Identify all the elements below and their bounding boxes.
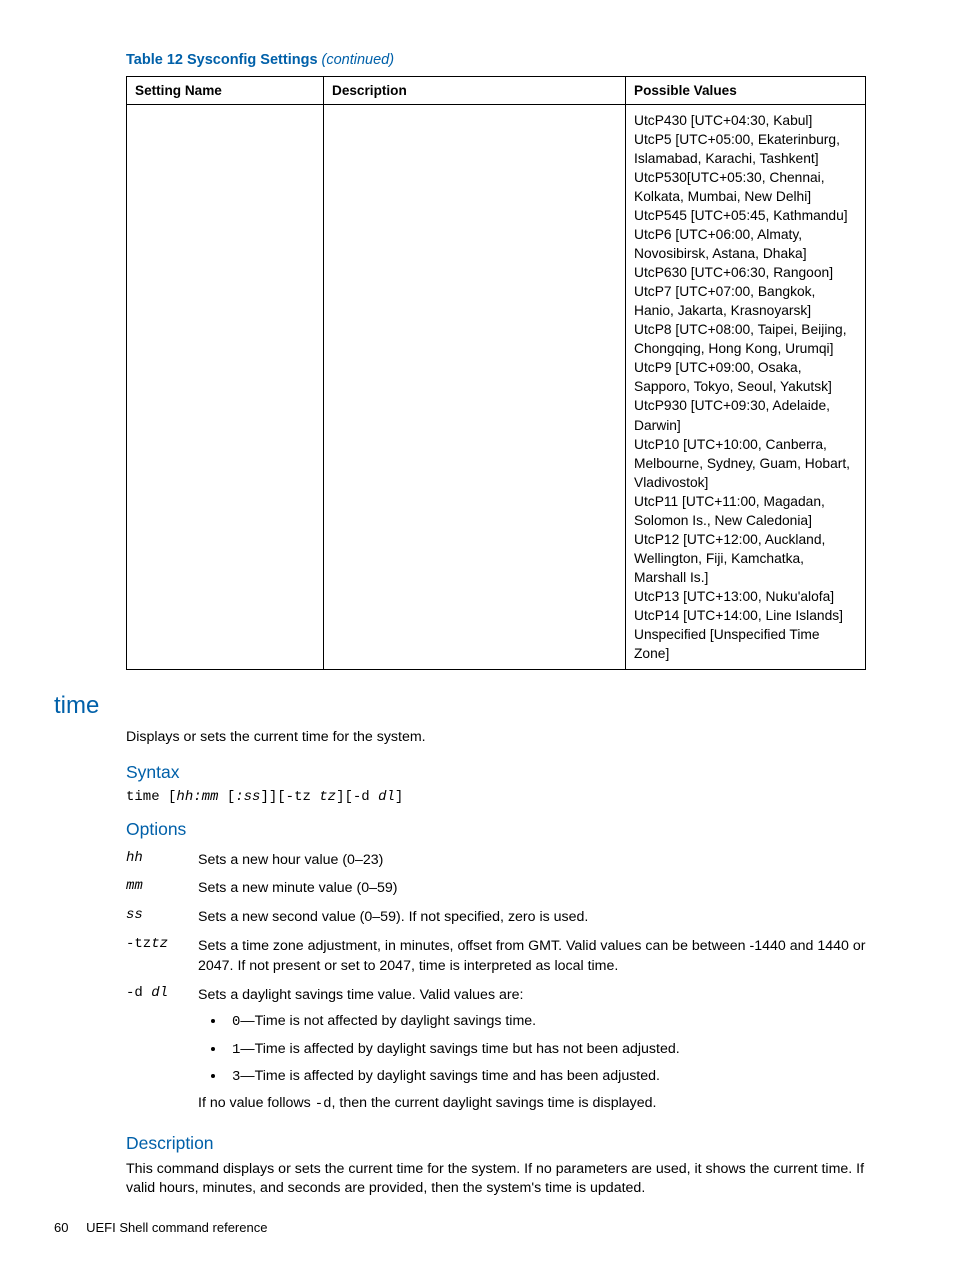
possible-value: UtcP14 [UTC+14:00, Line Islands] xyxy=(634,606,857,625)
description-body: This command displays or sets the curren… xyxy=(126,1160,894,1200)
possible-value: UtcP11 [UTC+11:00, Magadan, Solomon Is.,… xyxy=(634,492,857,530)
option-key: mm xyxy=(126,874,198,903)
cell-possible-values: UtcP430 [UTC+04:30, Kabul]UtcP5 [UTC+05:… xyxy=(626,105,866,670)
possible-value: UtcP8 [UTC+08:00, Taipei, Beijing, Chong… xyxy=(634,320,857,358)
option-description: Sets a new hour value (0–23) xyxy=(198,846,894,875)
syntax-line: time [hh:mm [:ss]][-tz tz][-d dl] xyxy=(126,789,894,805)
possible-value: UtcP430 [UTC+04:30, Kabul] xyxy=(634,111,857,130)
option-key: hh xyxy=(126,846,198,875)
possible-value: UtcP7 [UTC+07:00, Bangkok, Hanio, Jakart… xyxy=(634,282,857,320)
option-bullet: 1—Time is affected by daylight savings t… xyxy=(226,1039,894,1060)
option-bullet: 0—Time is not affected by daylight savin… xyxy=(226,1011,894,1032)
possible-value: UtcP530[UTC+05:30, Chennai, Kolkata, Mum… xyxy=(634,168,857,206)
option-key: -d dl xyxy=(126,981,198,1119)
possible-value: UtcP5 [UTC+05:00, Ekaterinburg, Islamaba… xyxy=(634,130,857,168)
option-tail: If no value follows -d, then the current… xyxy=(198,1093,894,1114)
option-key: -tztz xyxy=(126,932,198,981)
option-row: -tztzSets a time zone adjustment, in min… xyxy=(126,932,894,981)
options-table: hhSets a new hour value (0–23)mmSets a n… xyxy=(126,846,894,1119)
possible-value: UtcP930 [UTC+09:30, Adelaide, Darwin] xyxy=(634,396,857,434)
table-row: UtcP430 [UTC+04:30, Kabul]UtcP5 [UTC+05:… xyxy=(127,105,866,670)
table-caption-prefix: Table 12 Sysconfig Settings xyxy=(126,52,322,68)
possible-value: UtcP10 [UTC+10:00, Canberra, Melbourne, … xyxy=(634,435,857,492)
page-number: 60 xyxy=(54,1220,68,1235)
possible-value: UtcP13 [UTC+13:00, Nuku'alofa] xyxy=(634,587,857,606)
possible-value: UtcP6 [UTC+06:00, Almaty, Novosibirsk, A… xyxy=(634,225,857,263)
possible-value: UtcP12 [UTC+12:00, Auckland, Wellington,… xyxy=(634,530,857,587)
possible-value: UtcP9 [UTC+09:00, Osaka, Sapporo, Tokyo,… xyxy=(634,358,857,396)
col-setting-name: Setting Name xyxy=(127,77,324,105)
table-caption-suffix: (continued) xyxy=(322,52,395,68)
option-row: -d dlSets a daylight savings time value.… xyxy=(126,981,894,1119)
option-bullet: 3—Time is affected by daylight savings t… xyxy=(226,1066,894,1087)
table-caption: Table 12 Sysconfig Settings (continued) xyxy=(126,52,894,68)
option-description: Sets a daylight savings time value. Vali… xyxy=(198,981,894,1119)
footer-section: UEFI Shell command reference xyxy=(86,1220,267,1235)
possible-value: UtcP545 [UTC+05:45, Kathmandu] xyxy=(634,206,857,225)
option-description: Sets a new second value (0–59). If not s… xyxy=(198,903,894,932)
option-description: Sets a time zone adjustment, in minutes,… xyxy=(198,932,894,981)
cell-description xyxy=(324,105,626,670)
option-description: Sets a new minute value (0–59) xyxy=(198,874,894,903)
option-key: ss xyxy=(126,903,198,932)
option-row: hhSets a new hour value (0–23) xyxy=(126,846,894,875)
sysconfig-settings-table: Setting Name Description Possible Values… xyxy=(126,76,866,670)
option-bullet-list: 0—Time is not affected by daylight savin… xyxy=(198,1011,894,1087)
possible-value: Unspecified [Unspecified Time Zone] xyxy=(634,625,857,663)
page-footer: 60 UEFI Shell command reference xyxy=(54,1220,267,1235)
command-heading: time xyxy=(54,692,894,720)
options-heading: Options xyxy=(126,819,894,840)
description-heading: Description xyxy=(126,1133,894,1154)
col-description: Description xyxy=(324,77,626,105)
option-row: ssSets a new second value (0–59). If not… xyxy=(126,903,894,932)
option-row: mmSets a new minute value (0–59) xyxy=(126,874,894,903)
col-possible-values: Possible Values xyxy=(626,77,866,105)
syntax-heading: Syntax xyxy=(126,762,894,783)
possible-value: UtcP630 [UTC+06:30, Rangoon] xyxy=(634,263,857,282)
command-summary: Displays or sets the current time for th… xyxy=(126,728,894,748)
cell-setting-name xyxy=(127,105,324,670)
